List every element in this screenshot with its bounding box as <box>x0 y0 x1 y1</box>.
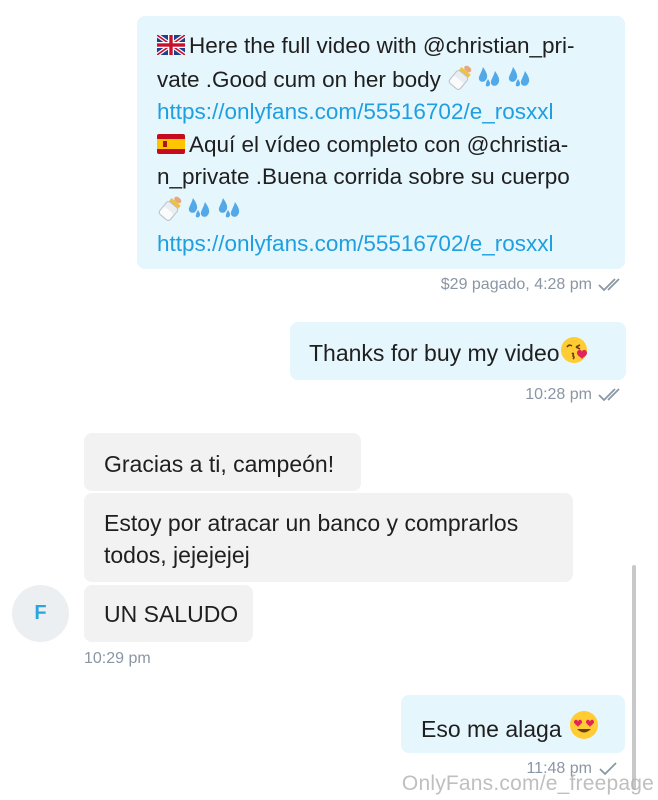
sweat-droplets-emoji-icon <box>188 197 210 218</box>
message-bubble-incoming[interactable]: Gracias a ti, campeón! <box>84 433 361 491</box>
message-line <box>157 194 609 228</box>
message-text: todos, jejejejej <box>104 542 250 568</box>
message-bubble-outgoing[interactable]: Thanks for buy my video <box>290 322 626 380</box>
spain-flag-icon <box>157 133 185 154</box>
scrollbar[interactable] <box>632 565 636 790</box>
message-timestamp: 10:29 pm <box>84 650 151 667</box>
message-text: Eso me alaga <box>421 716 562 742</box>
message-text: UN SALUDO <box>104 601 239 627</box>
sweat-droplets-emoji-icon <box>218 197 240 218</box>
message-line: Aquí el vídeo completo con @christia- <box>157 129 609 162</box>
message-bubble-outgoing[interactable]: Eso me alaga <box>401 695 625 753</box>
heart-eyes-emoji-icon <box>570 711 599 739</box>
message-meta: 10:28 pm <box>525 386 626 404</box>
message-text: Estoy por atracar un banco y comprarlos <box>104 510 519 536</box>
avatar-initial: F <box>34 602 47 624</box>
watermark: OnlyFans.com/e_freepage <box>401 772 654 795</box>
message-text: Gracias a ti, campeón! <box>104 451 335 477</box>
double-check-icon <box>598 388 620 402</box>
baby-bottle-emoji-icon <box>158 196 182 221</box>
message-bubble-incoming[interactable]: UN SALUDO <box>84 585 253 642</box>
video-link[interactable]: https://onlyfans.com/55516702/e_rosxxl <box>157 228 609 261</box>
avatar[interactable]: F <box>12 585 69 642</box>
message-text: Aquí el vídeo completo con @christia- <box>189 131 569 157</box>
uk-flag-icon <box>157 35 185 55</box>
message-meta: 10:29 pm <box>84 650 151 668</box>
sweat-droplets-emoji-icon <box>479 66 500 86</box>
double-check-icon <box>598 278 620 292</box>
video-link[interactable]: https://onlyfans.com/55516702/e_rosxxl <box>157 96 609 129</box>
message-timestamp: $29 pagado, 4:28 pm <box>440 276 592 293</box>
message-line: Here the full video with @christian_pri- <box>157 30 609 63</box>
message-bubble-incoming[interactable]: Estoy por atracar un banco y comprarlos … <box>84 493 573 582</box>
baby-bottle-emoji-icon <box>448 65 472 90</box>
sweat-droplets-emoji-icon <box>509 66 530 86</box>
message-bubble-outgoing[interactable]: Here the full video with @christian_pri-… <box>137 16 625 269</box>
message-text: Here the full video with @christian_pri- <box>189 33 575 58</box>
message-text: Thanks for buy my video <box>309 340 560 366</box>
message-timestamp: 10:28 pm <box>525 386 592 403</box>
message-meta: $29 pagado, 4:28 pm <box>441 276 626 294</box>
kissing-heart-emoji-icon <box>560 337 587 363</box>
message-text: vate .Good cum on her body <box>157 66 441 92</box>
message-text: n_private .Buena corrida sobre su cuerpo <box>157 164 570 190</box>
message-line: vate .Good cum on her body <box>157 63 609 97</box>
